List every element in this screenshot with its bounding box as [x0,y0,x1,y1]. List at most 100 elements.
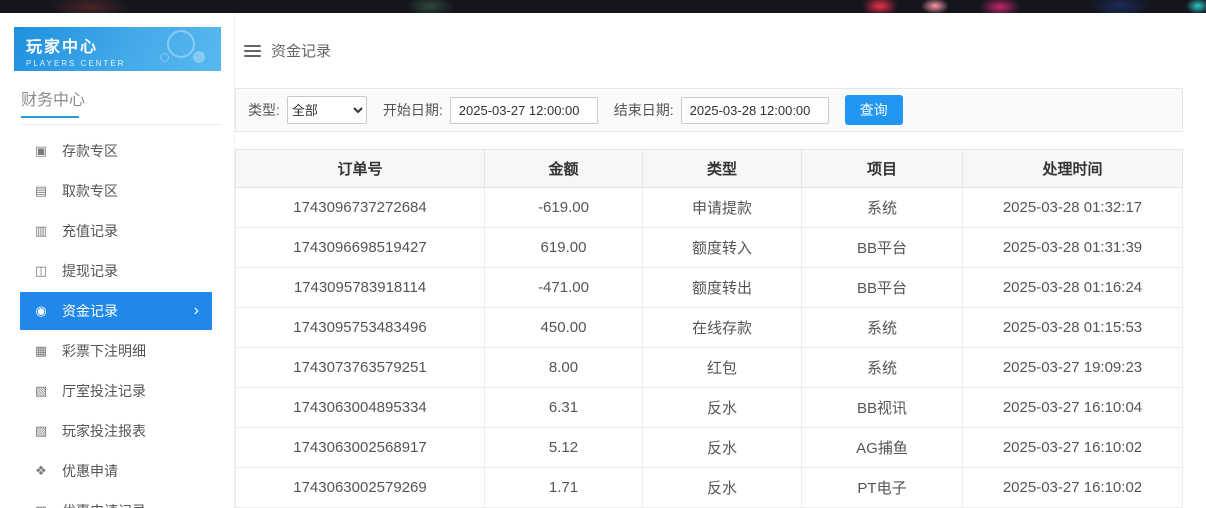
sidebar-item-label: 优惠申请记录 [62,501,146,508]
cell-project: 系统 [802,188,963,228]
cell-time: 2025-03-27 16:10:04 [963,388,1183,428]
cell-type: 反水 [643,428,802,468]
cell-order-no: 1743096737272684 [236,188,485,228]
sidebar-item-recharge-records[interactable]: ▥ 充值记录 › [0,211,234,251]
sidebar-item-label: 玩家投注报表 [62,421,146,441]
deposit-zone-icon: ▣ [33,143,49,159]
cell-project: 系统 [802,348,963,388]
decoration-circle [160,53,169,62]
cell-amount: -471.00 [485,268,643,308]
cell-type: 额度转入 [643,228,802,268]
end-date-input[interactable] [681,97,829,124]
page-title: 资金记录 [271,40,331,61]
sidebar-subtitle: PLAYERS CENTER [26,59,221,68]
withdraw-zone-icon: ▤ [33,183,49,199]
main-content: 资金记录 类型: 全部 开始日期: 结束日期: 查询 订单号 [235,13,1206,508]
sidebar-item-promo-apply[interactable]: ❖ 优惠申请 › [0,451,234,491]
cell-type: 申请提款 [643,188,802,228]
cell-order-no: 1743096698519427 [236,228,485,268]
sidebar-item-funds-records[interactable]: ◉ 资金记录 › [20,292,212,330]
cell-type: 额度转出 [643,268,802,308]
cell-type: 反水 [643,388,802,428]
table-row: 1743063002568917 5.12 反水 AG捕鱼 2025-03-27… [236,428,1183,468]
sidebar-item-label: 资金记录 [62,301,118,321]
sidebar-item-hall-bets[interactable]: ▧ 厅室投注记录 › [0,371,234,411]
query-button[interactable]: 查询 [845,95,903,125]
finance-section-label: 财务中心 [21,92,85,109]
sidebar-item-label: 提现记录 [62,261,118,281]
start-date-label: 开始日期: [383,100,443,120]
cell-amount: 450.00 [485,308,643,348]
table-row: 1743096698519427 619.00 额度转入 BB平台 2025-0… [236,228,1183,268]
table-row: 1743073763579251 8.00 红包 系统 2025-03-27 1… [236,348,1183,388]
sidebar: 玩家中心 PLAYERS CENTER 财务中心 ▣ 存款专区 › ▤ 取款专区… [0,13,235,508]
finance-section-title: 财务中心 [21,86,221,118]
page: 玩家中心 PLAYERS CENTER 财务中心 ▣ 存款专区 › ▤ 取款专区… [0,13,1206,508]
cell-amount: -619.00 [485,188,643,228]
chevron-right-icon: › [194,303,199,319]
cell-order-no: 1743095753483496 [236,308,485,348]
sidebar-header: 玩家中心 PLAYERS CENTER [14,27,221,71]
sidebar-item-deposit-zone[interactable]: ▣ 存款专区 › [0,131,234,171]
cell-amount: 619.00 [485,228,643,268]
cell-time: 2025-03-27 16:10:02 [963,468,1183,508]
cell-order-no: 1743063004895334 [236,388,485,428]
top-banner-strip [0,0,1206,13]
filter-bar: 类型: 全部 开始日期: 结束日期: 查询 [235,88,1183,132]
cell-order-no: 1743063002579269 [236,468,485,508]
controller-decoration-icon [167,30,195,58]
table-row: 1743096737272684 -619.00 申请提款 系统 2025-03… [236,188,1183,228]
section-divider [21,124,221,125]
sidebar-item-lottery-bets[interactable]: ▦ 彩票下注明细 › [0,331,234,371]
type-select[interactable]: 全部 [287,96,367,124]
cell-project: AG捕鱼 [802,428,963,468]
sidebar-item-withdrawal-records[interactable]: ◫ 提现记录 › [0,251,234,291]
menu-toggle-icon[interactable] [244,45,261,57]
recharge-records-icon: ▥ [33,223,49,239]
withdrawal-records-icon: ◫ [33,263,49,279]
cell-time: 2025-03-27 16:10:02 [963,428,1183,468]
cell-project: BB平台 [802,228,963,268]
sidebar-item-promo-records[interactable]: ▩ 优惠申请记录 › [0,491,234,508]
sidebar-menu: ▣ 存款专区 › ▤ 取款专区 › ▥ 充值记录 › ◫ 提现记录 › ◉ 资金… [0,131,234,508]
funds-table-wrap: 订单号 金额 类型 项目 处理时间 1743096737272684 -619.… [235,149,1183,508]
cell-project: BB视讯 [802,388,963,428]
sidebar-item-betting-report[interactable]: ▨ 玩家投注报表 › [0,411,234,451]
col-header-order-no: 订单号 [236,150,485,188]
section-underline [21,116,79,118]
col-header-type: 类型 [643,150,802,188]
sidebar-item-withdraw-zone[interactable]: ▤ 取款专区 › [0,171,234,211]
cell-order-no: 1743063002568917 [236,428,485,468]
lottery-bets-icon: ▦ [33,343,49,359]
table-row: 1743063002579269 1.71 反水 PT电子 2025-03-27… [236,468,1183,508]
cell-amount: 5.12 [485,428,643,468]
cell-time: 2025-03-28 01:32:17 [963,188,1183,228]
funds-table: 订单号 金额 类型 项目 处理时间 1743096737272684 -619.… [235,149,1183,508]
col-header-time: 处理时间 [963,150,1183,188]
cell-project: BB平台 [802,268,963,308]
cell-type: 反水 [643,468,802,508]
table-row: 1743095783918114 -471.00 额度转出 BB平台 2025-… [236,268,1183,308]
sidebar-item-label: 优惠申请 [62,461,118,481]
table-row: 1743095753483496 450.00 在线存款 系统 2025-03-… [236,308,1183,348]
cell-time: 2025-03-28 01:15:53 [963,308,1183,348]
cell-order-no: 1743095783918114 [236,268,485,308]
table-header-row: 订单号 金额 类型 项目 处理时间 [236,150,1183,188]
cell-time: 2025-03-28 01:31:39 [963,228,1183,268]
cell-order-no: 1743073763579251 [236,348,485,388]
start-date-input[interactable] [450,97,598,124]
sidebar-item-label: 存款专区 [62,141,118,161]
cell-type: 在线存款 [643,308,802,348]
breadcrumb: 资金记录 [235,13,1183,88]
type-label: 类型: [248,100,280,120]
sidebar-item-label: 彩票下注明细 [62,341,146,361]
cell-amount: 8.00 [485,348,643,388]
cell-time: 2025-03-27 19:09:23 [963,348,1183,388]
cell-project: PT电子 [802,468,963,508]
end-date-label: 结束日期: [614,100,674,120]
col-header-project: 项目 [802,150,963,188]
col-header-amount: 金额 [485,150,643,188]
promo-records-icon: ▩ [33,503,49,508]
cell-project: 系统 [802,308,963,348]
cell-type: 红包 [643,348,802,388]
